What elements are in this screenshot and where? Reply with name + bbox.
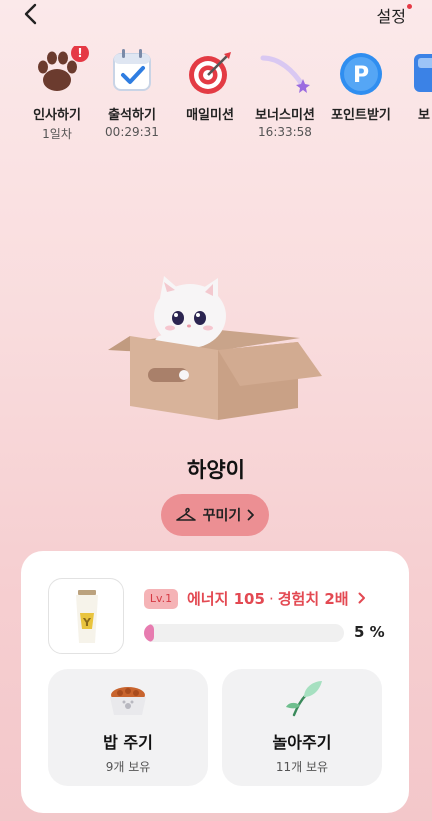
feather-toy-icon (286, 681, 322, 717)
blue-card-icon (414, 46, 432, 98)
feed-button[interactable]: 밥 주기 9개 보유 (48, 669, 208, 786)
point-coin-icon: P (335, 46, 387, 98)
food-bowl-icon (110, 687, 146, 715)
separator-dot: · (268, 590, 274, 608)
decorate-label: 꾸미기 (202, 508, 242, 524)
shooting-star-icon (259, 46, 311, 98)
svg-text:Y: Y (82, 616, 92, 629)
pet-status-card: Y Lv.1 에너지 105 · 경험치 2배 5 % 밥 주기 9개 보유 놀… (21, 551, 409, 813)
progress-fill (144, 624, 154, 642)
mission-label: 출석하기 (108, 108, 156, 123)
coffee-cup-icon: Y (76, 590, 98, 643)
target-dart-icon (184, 46, 236, 98)
mission-sub: 00:29:31 (105, 125, 159, 139)
progress-percent: 5 % (354, 623, 385, 641)
mission-attendance[interactable]: 출석하기 00:29:31 (87, 46, 177, 139)
mission-bar: ! 인사하기 1일차 출석하기 00:29:31 매일미션 보너스미션 16:3… (0, 46, 432, 146)
settings-button[interactable]: 설정 (377, 3, 406, 27)
pet-name: 하양이 (187, 458, 245, 482)
mission-sub: 16:33:58 (258, 125, 312, 139)
chevron-right-icon (358, 592, 365, 604)
energy-exp-link[interactable]: 에너지 105 · 경험치 2배 (187, 588, 366, 609)
cat-in-box-image (108, 276, 322, 420)
paw-icon: ! (31, 46, 89, 98)
exp-text: 경험치 2배 (277, 590, 349, 608)
calendar-check-icon (106, 46, 158, 98)
pet-illustration[interactable] (100, 270, 330, 430)
equipped-item-thumbnail[interactable]: Y (48, 578, 124, 654)
feed-count: 9개 보유 (105, 760, 151, 774)
mission-label: 보 (418, 108, 430, 123)
settings-notification-dot (407, 4, 412, 9)
svg-text:P: P (353, 63, 369, 88)
progress-bar (144, 624, 344, 642)
play-label: 놀아주기 (272, 733, 332, 752)
back-arrow-icon[interactable] (20, 2, 44, 26)
hanger-icon (175, 507, 196, 521)
top-bar: 설정 (0, 0, 432, 30)
play-count: 11개 보유 (275, 760, 329, 774)
level-badge: Lv.1 (144, 589, 178, 609)
feed-label: 밥 주기 (103, 733, 153, 752)
energy-text: 에너지 105 (187, 590, 265, 608)
play-button[interactable]: 놀아주기 11개 보유 (222, 669, 382, 786)
mission-more[interactable]: 보 (392, 46, 432, 123)
chevron-right-icon (247, 509, 255, 521)
decorate-button[interactable]: 꾸미기 (161, 494, 269, 536)
